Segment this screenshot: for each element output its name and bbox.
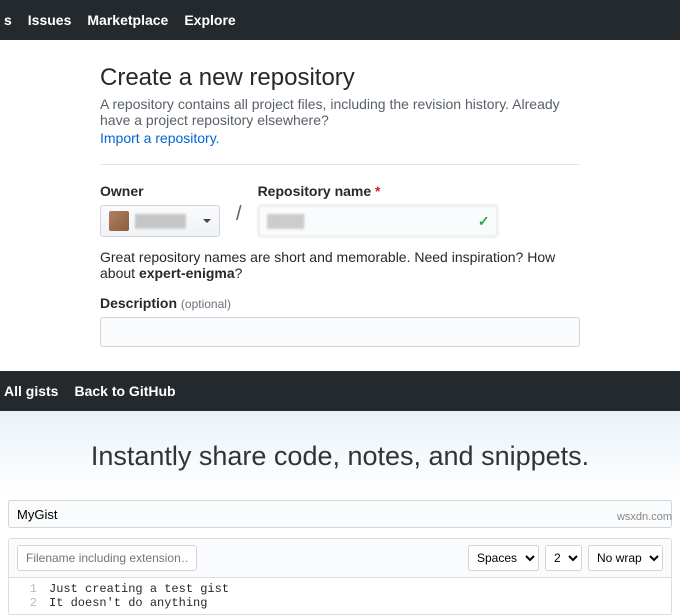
check-icon: ✓ bbox=[478, 213, 490, 230]
description-field: Description (optional) bbox=[100, 295, 580, 347]
github-topnav: s Issues Marketplace Explore bbox=[0, 0, 680, 40]
divider bbox=[100, 164, 580, 165]
page-title: Create a new repository bbox=[100, 64, 580, 92]
nav-item-issues[interactable]: Issues bbox=[28, 12, 72, 28]
avatar bbox=[109, 211, 129, 231]
nav-item-explore[interactable]: Explore bbox=[184, 12, 235, 28]
chevron-down-icon bbox=[203, 219, 211, 223]
code-editor[interactable]: 1 Just creating a test gist 2 It doesn't… bbox=[9, 578, 671, 614]
line-number: 1 bbox=[9, 582, 49, 596]
gist-editor: Spaces 2 No wrap 1 Just creating a test … bbox=[8, 538, 672, 615]
repo-name-label: Repository name * bbox=[258, 183, 498, 199]
watermark: wsxdn.com bbox=[617, 511, 672, 523]
import-repo-link[interactable]: Import a repository. bbox=[100, 130, 220, 146]
repo-name-input[interactable] bbox=[258, 205, 498, 237]
nav-item-marketplace[interactable]: Marketplace bbox=[87, 12, 168, 28]
nav-item-pulls-fragment[interactable]: s bbox=[4, 12, 12, 28]
indent-size-select[interactable]: 2 bbox=[545, 545, 582, 571]
gist-description-input[interactable] bbox=[8, 500, 672, 528]
owner-repo-slash: / bbox=[236, 183, 242, 226]
nav-all-gists[interactable]: All gists bbox=[4, 383, 58, 399]
owner-name-row: Owner ██████ / Repository name * ✓ bbox=[100, 183, 580, 237]
filename-input[interactable] bbox=[17, 545, 197, 571]
indent-mode-select[interactable]: Spaces bbox=[468, 545, 539, 571]
owner-label: Owner bbox=[100, 183, 220, 199]
create-repo-form: Create a new repository A repository con… bbox=[0, 40, 680, 359]
code-line: 2 It doesn't do anything bbox=[9, 596, 671, 610]
editor-toolbar: Spaces 2 No wrap bbox=[9, 539, 671, 578]
gist-topnav: All gists Back to GitHub bbox=[0, 371, 680, 411]
description-label: Description (optional) bbox=[100, 295, 231, 311]
repo-name-field: Repository name * ✓ bbox=[258, 183, 498, 237]
description-input[interactable] bbox=[100, 317, 580, 347]
code-line: 1 Just creating a test gist bbox=[9, 582, 671, 596]
owner-name: ██████ bbox=[135, 214, 197, 228]
owner-dropdown[interactable]: ██████ bbox=[100, 205, 220, 237]
wrap-mode-select[interactable]: No wrap bbox=[588, 545, 663, 571]
owner-field: Owner ██████ bbox=[100, 183, 220, 237]
suggested-name[interactable]: expert-enigma bbox=[139, 265, 235, 281]
gist-hero-text: Instantly share code, notes, and snippet… bbox=[0, 411, 680, 500]
nav-back-github[interactable]: Back to GitHub bbox=[74, 383, 175, 399]
page-subtitle: A repository contains all project files,… bbox=[100, 96, 580, 128]
name-suggestion: Great repository names are short and mem… bbox=[100, 249, 580, 281]
code-text: It doesn't do anything bbox=[49, 596, 207, 610]
line-number: 2 bbox=[9, 596, 49, 610]
code-text: Just creating a test gist bbox=[49, 582, 229, 596]
